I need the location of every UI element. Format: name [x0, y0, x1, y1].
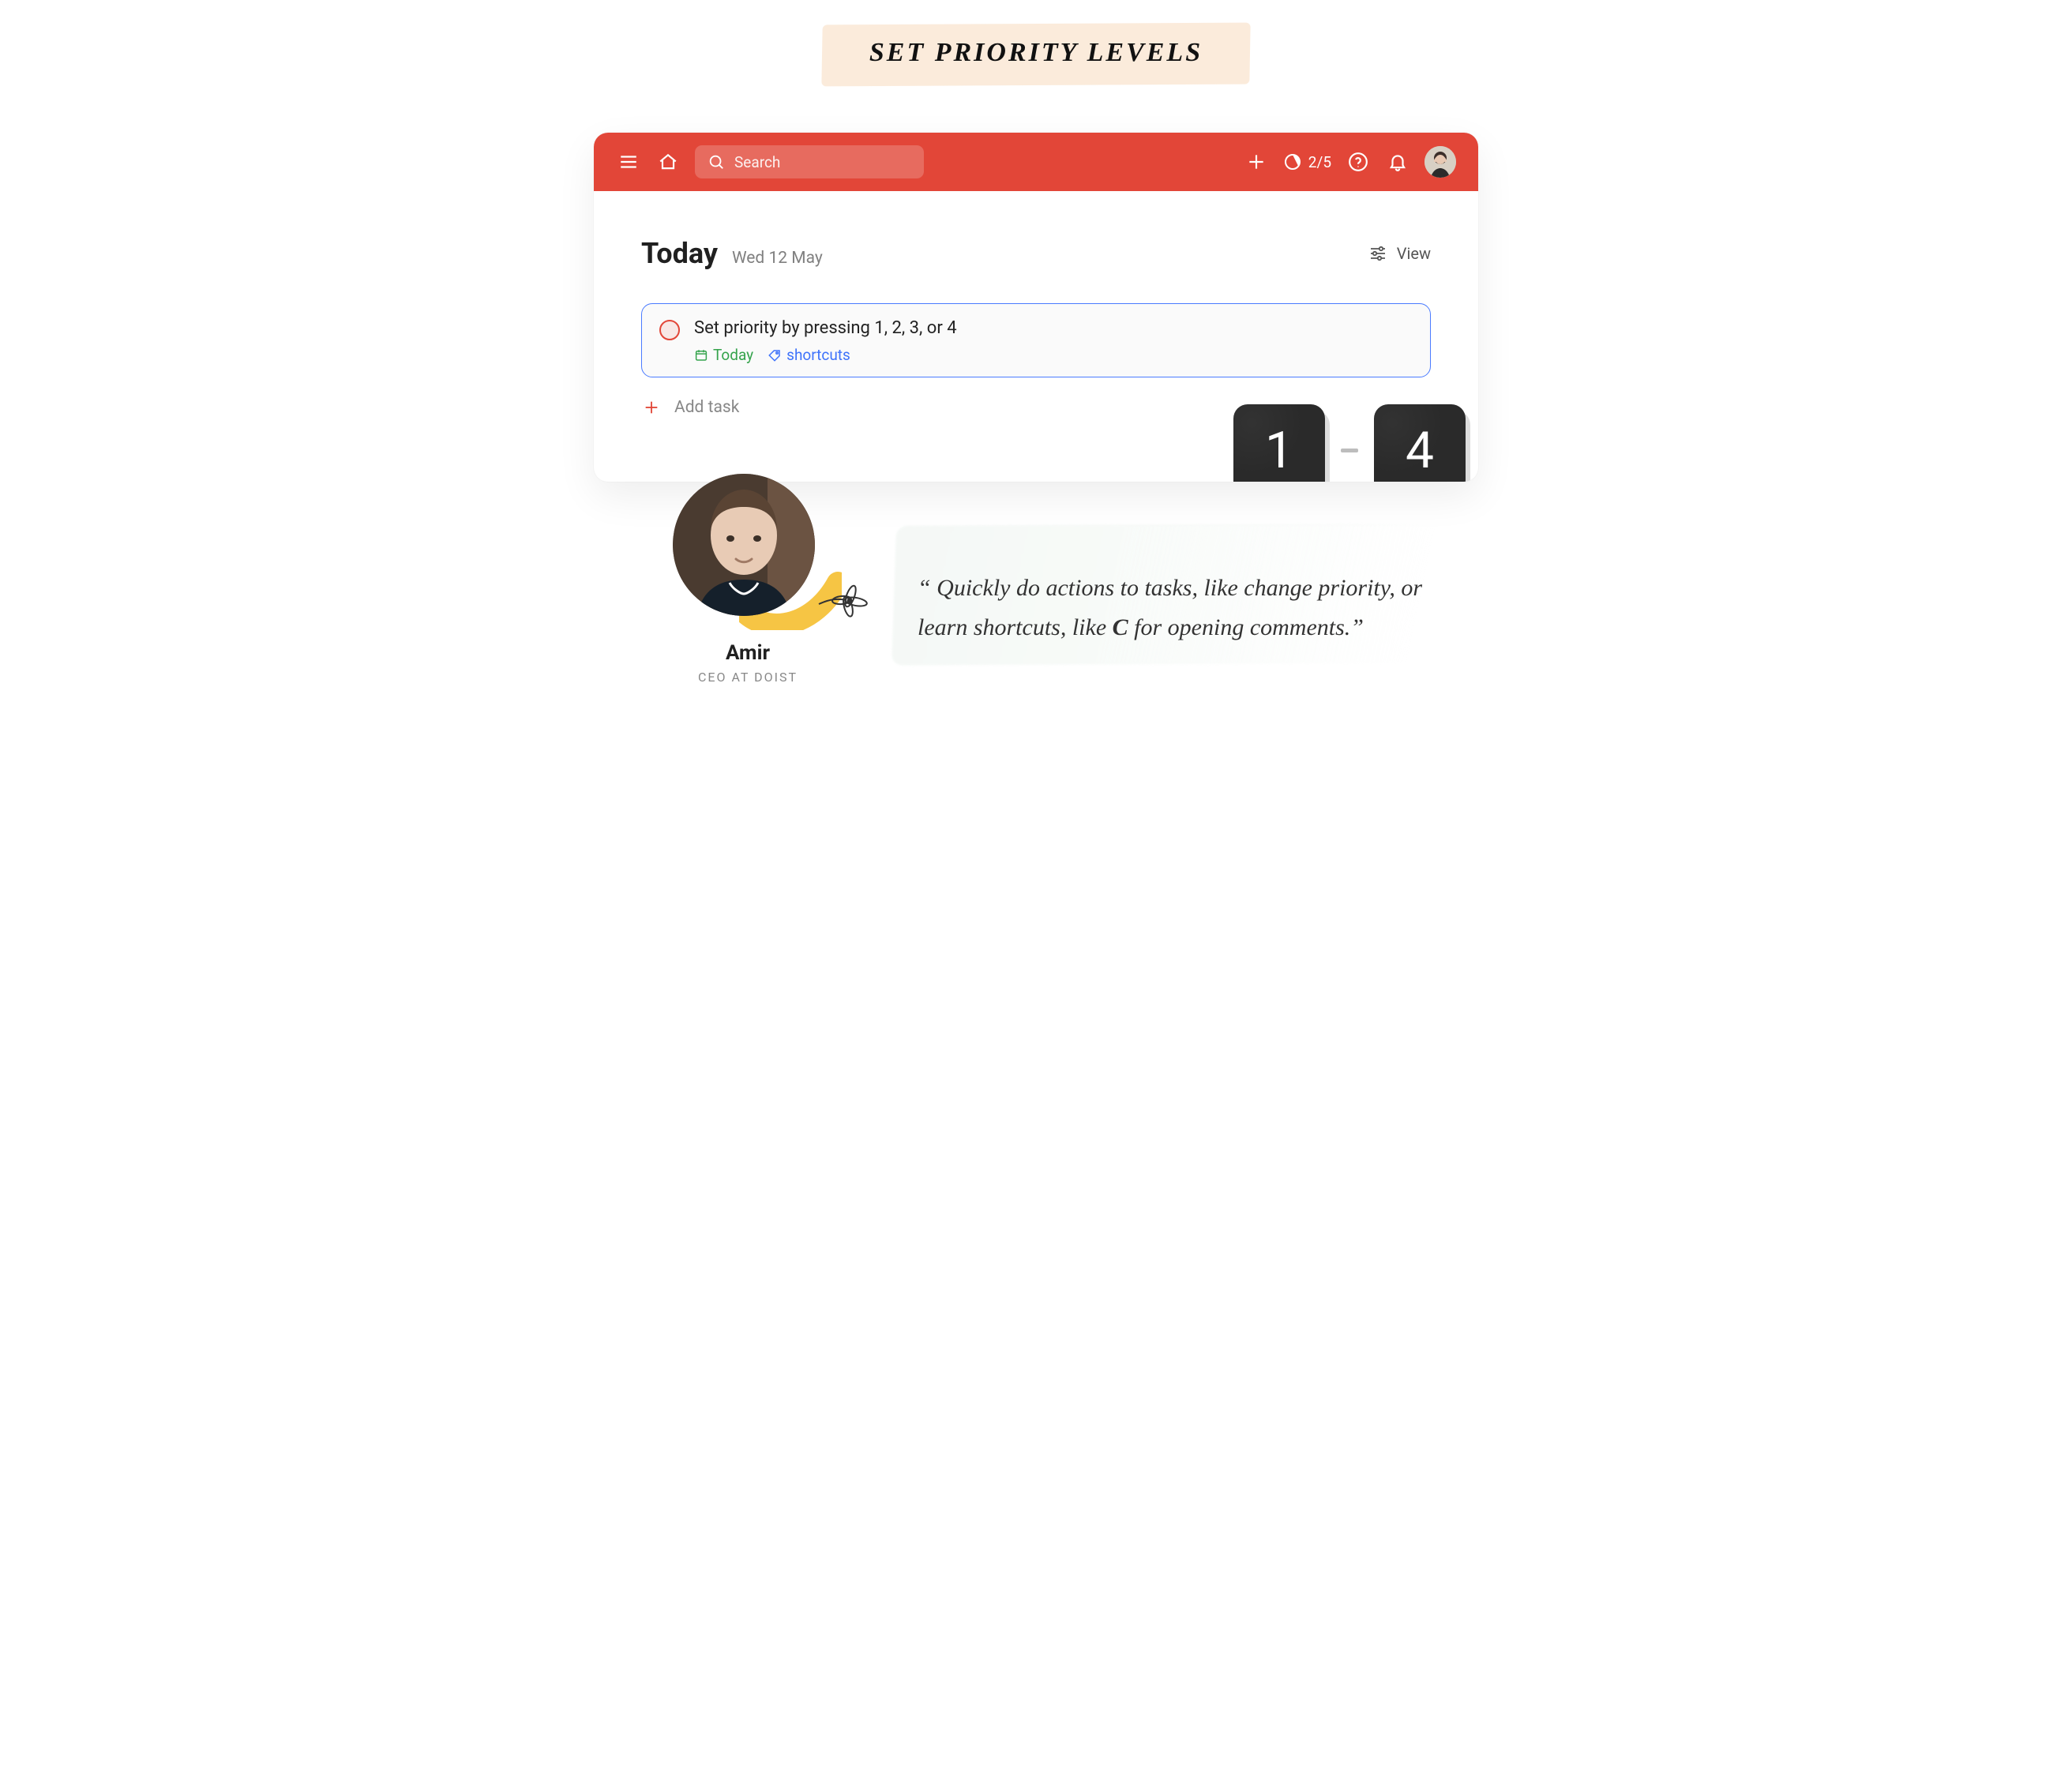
task-row[interactable]: Set priority by pressing 1, 2, 3, or 4 T… — [641, 303, 1431, 377]
plus-icon — [643, 399, 660, 416]
key-to: 4 — [1374, 404, 1466, 482]
person-name: Amir — [649, 641, 846, 665]
view-button[interactable]: View — [1368, 244, 1431, 263]
search-placeholder: Search — [734, 153, 780, 171]
quote-text: “ Quickly do actions to tasks, like chan… — [918, 537, 1423, 647]
home-icon[interactable] — [655, 149, 681, 175]
avatar[interactable] — [1424, 146, 1456, 178]
banner-title: Set Priority Levels — [869, 38, 1203, 67]
view-label: View — [1397, 244, 1431, 263]
add-icon[interactable] — [1244, 149, 1269, 175]
title-row: Today Wed 12 May View — [641, 237, 1431, 270]
quote-after: for opening comments.” — [1128, 614, 1364, 640]
task-date-label: Today — [713, 346, 753, 364]
progress-counter[interactable]: 2/5 — [1283, 152, 1331, 171]
progress-icon — [1283, 152, 1302, 171]
topbar: Search 2/5 — [594, 133, 1478, 191]
key-from: 1 — [1233, 404, 1325, 482]
banner: Set Priority Levels — [570, 24, 1502, 85]
person-portrait — [673, 474, 815, 616]
task-date-chip[interactable]: Today — [694, 346, 753, 364]
task-tag-label: shortcuts — [786, 346, 850, 364]
menu-icon[interactable] — [616, 149, 641, 175]
key-separator — [1341, 449, 1358, 452]
person-role: CEO at Doist — [649, 670, 846, 685]
quote-bold: C — [1113, 614, 1128, 640]
person-block: Amir CEO at Doist — [649, 537, 846, 685]
flower-doodle — [815, 569, 870, 624]
page-date: Wed 12 May — [732, 249, 823, 268]
quote-section: Amir CEO at Doist “ Quickly do actions t… — [570, 537, 1502, 685]
sliders-icon — [1368, 244, 1387, 263]
help-icon[interactable] — [1346, 149, 1371, 175]
add-task-label: Add task — [674, 398, 739, 417]
progress-text: 2/5 — [1308, 153, 1331, 171]
search-icon — [708, 153, 725, 171]
tag-icon — [768, 348, 782, 362]
avatar-image — [1424, 146, 1456, 178]
task-checkbox[interactable] — [659, 320, 680, 340]
app-card: Search 2/5 Today Wed — [594, 133, 1478, 482]
key-range: 1 4 — [1233, 404, 1466, 482]
calendar-icon — [694, 348, 708, 362]
search-input[interactable]: Search — [695, 145, 924, 178]
task-title: Set priority by pressing 1, 2, 3, or 4 — [694, 318, 1413, 338]
bell-icon[interactable] — [1385, 149, 1410, 175]
task-tag-chip[interactable]: shortcuts — [768, 346, 850, 364]
page-title: Today — [641, 237, 718, 270]
